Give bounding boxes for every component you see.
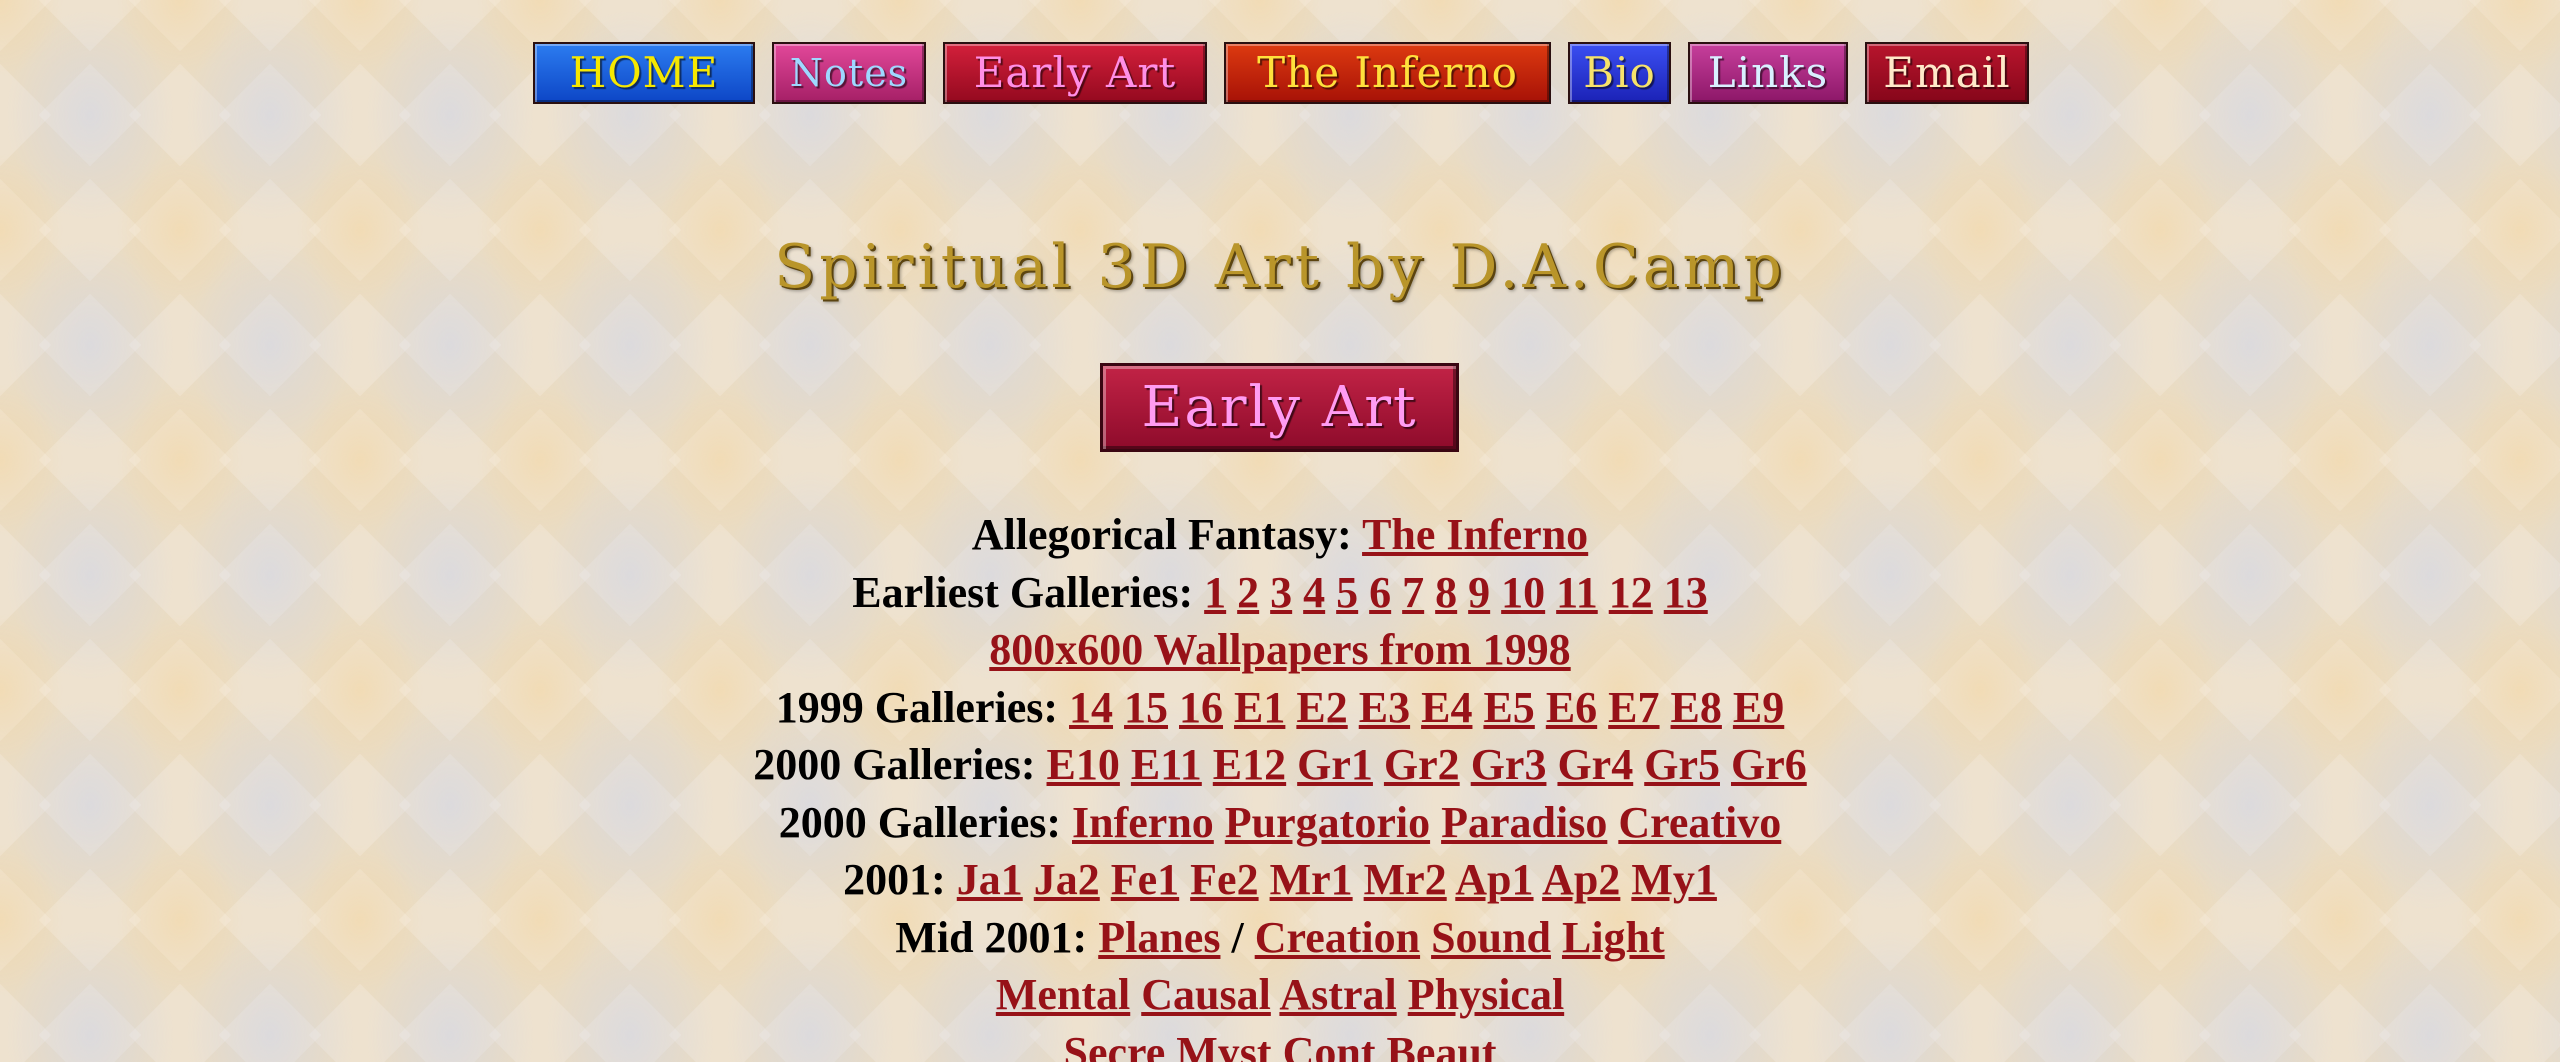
gallery-link[interactable]: Gr5 xyxy=(1644,740,1720,789)
gallery-link[interactable]: 14 xyxy=(1069,683,1113,732)
gallery-link[interactable]: E9 xyxy=(1733,683,1784,732)
gallery-link[interactable]: Astral xyxy=(1279,970,1396,1019)
gallery-link[interactable]: Cont xyxy=(1283,1028,1376,1062)
gallery-row-label: 2000 Galleries: xyxy=(778,797,1062,847)
gallery-row: Mental Causal Astral Physical xyxy=(0,966,2560,1024)
gallery-row: Mid 2001: Planes / Creation Sound Light xyxy=(0,909,2560,967)
gallery-link[interactable]: Gr4 xyxy=(1557,740,1633,789)
gallery-link[interactable]: E12 xyxy=(1213,740,1286,789)
gallery-link[interactable]: 8 xyxy=(1435,568,1457,617)
gallery-link[interactable]: 15 xyxy=(1124,683,1168,732)
gallery-link[interactable]: Mental xyxy=(996,970,1130,1019)
gallery-link[interactable]: My1 xyxy=(1631,855,1717,904)
gallery-link[interactable]: Mr2 xyxy=(1364,855,1447,904)
gallery-link[interactable]: Ap1 xyxy=(1455,855,1533,904)
gallery-link[interactable]: Creativo xyxy=(1618,798,1781,847)
gallery-row: 2000 Galleries: E10 E11 E12 Gr1 Gr2 Gr3 … xyxy=(0,736,2560,794)
nav-notes-button[interactable]: Notes xyxy=(772,42,926,104)
gallery-row-label: Earliest Galleries: xyxy=(852,567,1194,617)
gallery-link[interactable]: Gr6 xyxy=(1731,740,1807,789)
nav-home-button[interactable]: HOME xyxy=(533,42,755,104)
gallery-list: Allegorical Fantasy: The Inferno Earlies… xyxy=(0,506,2560,1062)
gallery-link[interactable]: Planes xyxy=(1098,913,1220,962)
gallery-row-label: Allegorical Fantasy: xyxy=(971,510,1352,559)
gallery-link[interactable]: Beaut xyxy=(1387,1028,1497,1062)
section-badge-early-art: Early Art xyxy=(1100,363,1459,452)
gallery-link[interactable]: Ja1 xyxy=(957,855,1023,904)
gallery-link[interactable]: E10 xyxy=(1047,740,1120,789)
nav-email-button[interactable]: Email xyxy=(1865,42,2029,104)
gallery-link[interactable]: Gr3 xyxy=(1471,740,1547,789)
gallery-link[interactable]: 2 xyxy=(1237,568,1259,617)
gallery-link[interactable]: 13 xyxy=(1664,568,1708,617)
gallery-link[interactable]: 3 xyxy=(1270,568,1292,617)
gallery-link[interactable]: Fe2 xyxy=(1190,855,1258,904)
gallery-link[interactable]: 1 xyxy=(1204,568,1226,617)
top-nav: HOME Notes Early Art The Inferno Bio Lin… xyxy=(533,42,2029,108)
gallery-row: 800x600 Wallpapers from 1998 xyxy=(0,621,2560,679)
gallery-link[interactable]: Ja2 xyxy=(1034,855,1100,904)
gallery-link[interactable]: E6 xyxy=(1546,683,1597,732)
gallery-link[interactable]: Ap2 xyxy=(1542,855,1620,904)
gallery-link[interactable]: E7 xyxy=(1608,683,1659,732)
gallery-link[interactable]: E8 xyxy=(1671,683,1722,732)
gallery-row-label: 2001: xyxy=(843,855,946,904)
gallery-row: Allegorical Fantasy: The Inferno xyxy=(0,506,2560,564)
gallery-link[interactable]: Fe1 xyxy=(1111,855,1179,904)
gallery-link[interactable]: 4 xyxy=(1303,568,1325,617)
gallery-link[interactable]: 11 xyxy=(1556,568,1598,617)
gallery-link[interactable]: Causal xyxy=(1141,970,1271,1019)
gallery-row: 1999 Galleries: 14 15 16 E1 E2 E3 E4 E5 … xyxy=(0,679,2560,737)
site-title: Spiritual 3D Art by D.A.Camp xyxy=(774,232,1786,302)
gallery-link[interactable]: Paradiso xyxy=(1441,798,1607,847)
gallery-link[interactable]: Gr1 xyxy=(1297,740,1373,789)
gallery-link[interactable]: 9 xyxy=(1468,568,1490,617)
gallery-link[interactable]: Sound xyxy=(1431,913,1551,962)
gallery-link[interactable]: E2 xyxy=(1296,683,1347,732)
gallery-link[interactable]: 12 xyxy=(1609,568,1653,617)
gallery-link[interactable]: Gr2 xyxy=(1384,740,1460,789)
gallery-link[interactable]: E11 xyxy=(1131,740,1202,789)
gallery-row-label: Mid 2001: xyxy=(895,912,1088,962)
gallery-link[interactable]: 16 xyxy=(1179,683,1223,732)
gallery-link[interactable]: Myst xyxy=(1176,1028,1271,1062)
nav-inferno-button[interactable]: The Inferno xyxy=(1224,42,1551,104)
gallery-link[interactable]: Mr1 xyxy=(1270,855,1353,904)
gallery-link[interactable]: 5 xyxy=(1336,568,1358,617)
gallery-link[interactable]: The Inferno xyxy=(1362,510,1588,559)
gallery-row: Secre Myst Cont Beaut xyxy=(0,1024,2560,1062)
gallery-link[interactable]: E1 xyxy=(1234,683,1285,732)
gallery-link[interactable]: 7 xyxy=(1402,568,1424,617)
gallery-row: 2000 Galleries: Inferno Purgatorio Parad… xyxy=(0,794,2560,852)
nav-bio-button[interactable]: Bio xyxy=(1568,42,1671,104)
gallery-link[interactable]: E4 xyxy=(1421,683,1472,732)
gallery-link[interactable]: Inferno xyxy=(1072,798,1214,847)
nav-links-button[interactable]: Links xyxy=(1688,42,1848,104)
gallery-link[interactable]: 10 xyxy=(1501,568,1545,617)
gallery-link[interactable]: Light xyxy=(1562,913,1665,962)
gallery-row-label: 2000 Galleries: xyxy=(753,740,1036,789)
gallery-link[interactable]: Secre xyxy=(1063,1028,1165,1062)
gallery-link[interactable]: E3 xyxy=(1359,683,1410,732)
link-separator: / xyxy=(1231,912,1244,962)
gallery-link[interactable]: Creation xyxy=(1255,913,1420,962)
gallery-link[interactable]: 6 xyxy=(1369,568,1391,617)
gallery-link[interactable]: 800x600 Wallpapers from 1998 xyxy=(989,625,1570,674)
gallery-row: 2001: Ja1 Ja2 Fe1 Fe2 Mr1 Mr2 Ap1 Ap2 My… xyxy=(0,851,2560,909)
gallery-row-label: 1999 Galleries: xyxy=(775,682,1059,732)
gallery-row: Earliest Galleries: 1 2 3 4 5 6 7 8 9 10… xyxy=(0,564,2560,622)
gallery-link[interactable]: E5 xyxy=(1483,683,1534,732)
gallery-link[interactable]: Physical xyxy=(1408,970,1564,1019)
gallery-link[interactable]: Purgatorio xyxy=(1225,798,1430,847)
nav-early-art-button[interactable]: Early Art xyxy=(943,42,1207,104)
